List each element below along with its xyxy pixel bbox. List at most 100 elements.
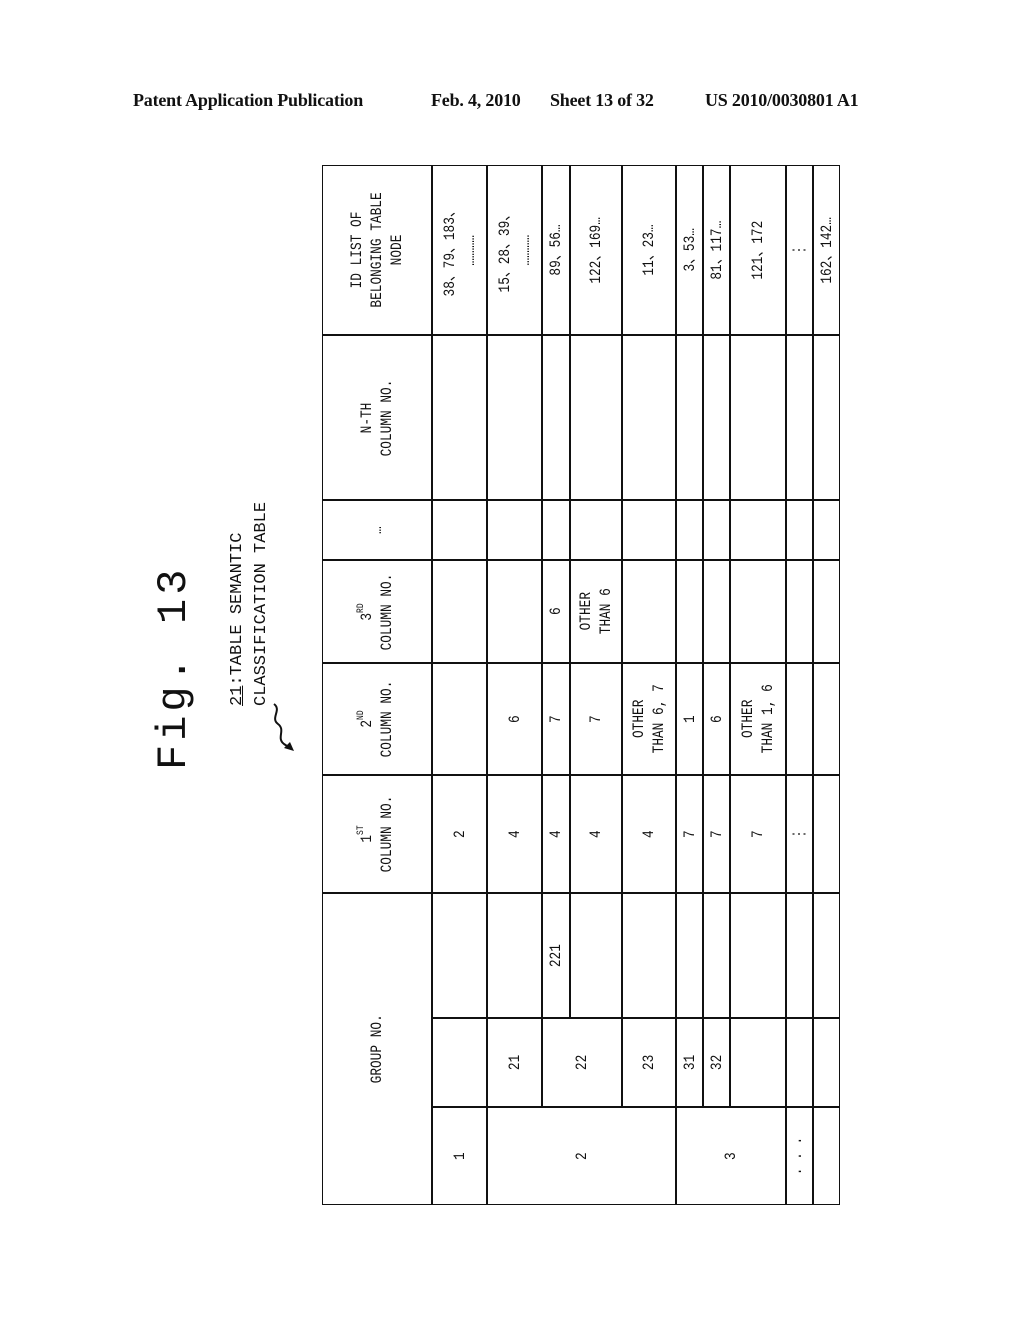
cell-1st-column: 4 <box>622 775 676 893</box>
cell-nth-column <box>622 335 676 500</box>
header-1st-column-text: 1ST COLUMN NO. <box>356 795 396 873</box>
cell-2nd-column <box>786 663 813 775</box>
cell-nth-column <box>487 335 542 500</box>
header-group-no: GROUP NO. <box>322 893 432 1205</box>
cell-ellipsis-column <box>432 500 487 560</box>
group-level3-cell-text: 221 <box>547 943 565 968</box>
cell-id-list-text: 81、117… <box>707 220 726 280</box>
header-id-list: ID LIST OF BELONGING TABLE NODE <box>322 165 432 335</box>
cell-1st-column: 7 <box>730 775 786 893</box>
group-level1-cell-text: 3 <box>722 1152 740 1160</box>
group-level1-cell: 1 <box>432 1107 487 1205</box>
group-level2-cell <box>730 1018 786 1107</box>
cell-ellipsis-column <box>730 500 786 560</box>
cell-1st-column: 4 <box>542 775 570 893</box>
cell-3rd-column: OTHER THAN 6 <box>570 560 622 663</box>
cell-id-list-text: 38、79、183、 ………… <box>440 203 479 297</box>
group-level2-cell <box>432 1018 487 1107</box>
cell-2nd-column: OTHER THAN 1, 6 <box>730 663 786 775</box>
cell-ellipsis-column <box>703 500 730 560</box>
sheet-number: Sheet 13 of 32 <box>550 90 654 110</box>
cell-ellipsis-column <box>487 500 542 560</box>
cell-3rd-column <box>676 560 703 663</box>
cell-id-list: 162、142… <box>813 165 840 335</box>
patent-number: US 2010/0030801 A1 <box>705 90 859 110</box>
cell-1st-column-text: 7 <box>680 830 699 838</box>
cell-1st-column: 7 <box>676 775 703 893</box>
cell-ellipsis-column <box>542 500 570 560</box>
group-level2-cell: 32 <box>703 1018 730 1107</box>
group-level1-cell-text: 1 <box>450 1152 469 1160</box>
group-level1-cell-text: · · · <box>790 1136 809 1176</box>
cell-id-list: 38、79、183、 ………… <box>432 165 487 335</box>
group-level3-cell <box>813 893 840 1018</box>
cell-1st-column-text: 4 <box>547 830 565 838</box>
cell-3rd-column <box>432 560 487 663</box>
cell-1st-column-text: 4 <box>640 830 658 838</box>
cell-3rd-column-text: OTHER THAN 6 <box>577 588 615 635</box>
cell-1st-column-text: 7 <box>749 830 767 838</box>
cell-3rd-column <box>786 560 813 663</box>
cell-id-list: ⋮ <box>786 165 813 335</box>
caption-ref-number: 21 <box>228 685 247 706</box>
publication-date: Feb. 4, 2010 <box>431 90 521 110</box>
cell-1st-column: 4 <box>487 775 542 893</box>
cell-id-list-text: 121、172 <box>749 220 767 280</box>
cell-3rd-column <box>813 560 840 663</box>
header-nth-column: N-TH COLUMN NO. <box>322 335 432 500</box>
group-level2-cell-text: 32 <box>707 1054 726 1071</box>
cell-nth-column <box>570 335 622 500</box>
header-2nd-column-text: 2ND COLUMN NO. <box>356 680 396 758</box>
group-level3-cell <box>676 893 703 1018</box>
cell-id-list-text: 3、53… <box>680 228 699 272</box>
wavy-arrow-icon <box>273 703 294 751</box>
cell-nth-column <box>813 335 840 500</box>
cell-id-list-text: ⋮ <box>790 243 809 257</box>
group-level3-cell <box>730 893 786 1018</box>
cell-nth-column <box>676 335 703 500</box>
cell-id-list: 121、172 <box>730 165 786 335</box>
cell-1st-column: ⋮ <box>786 775 813 893</box>
header-id-list-text: ID LIST OF BELONGING TABLE NODE <box>348 192 406 308</box>
group-level3-cell <box>622 893 676 1018</box>
group-level1-cell: 3 <box>676 1107 786 1205</box>
cell-ellipsis-column <box>786 500 813 560</box>
header-ellipsis: … <box>322 500 432 560</box>
group-level3-cell <box>703 893 730 1018</box>
cell-2nd-column-text: 1 <box>680 715 699 723</box>
cell-2nd-column: 7 <box>542 663 570 775</box>
group-level3-cell <box>432 893 487 1018</box>
cell-id-list-text: 15、28、39、 ………… <box>495 207 534 293</box>
cell-1st-column-text: 2 <box>450 830 469 838</box>
cell-2nd-column <box>432 663 487 775</box>
group-level1-cell: 2 <box>487 1107 676 1205</box>
cell-2nd-column-text: OTHER THAN 1, 6 <box>739 684 777 754</box>
cell-2nd-column: 7 <box>570 663 622 775</box>
cell-2nd-column-text: OTHER THAN 6, 7 <box>630 684 668 754</box>
cell-nth-column <box>730 335 786 500</box>
header-3rd-column-text: 3RD COLUMN NO. <box>356 573 396 650</box>
cell-2nd-column: 1 <box>676 663 703 775</box>
cell-id-list: 15、28、39、 ………… <box>487 165 542 335</box>
cell-3rd-column <box>703 560 730 663</box>
cell-2nd-column-text: 6 <box>707 715 726 723</box>
cell-id-list: 11、23… <box>622 165 676 335</box>
cell-id-list-text: 89、56… <box>547 224 565 276</box>
cell-1st-column-text: 4 <box>505 830 524 838</box>
cell-1st-column-text: 7 <box>707 830 726 838</box>
group-level2-cell-text: 22 <box>573 1054 591 1071</box>
cell-3rd-column-text: 6 <box>547 607 565 616</box>
group-level2-cell <box>786 1018 813 1107</box>
cell-2nd-column-text: 7 <box>547 715 565 723</box>
cell-1st-column: 2 <box>432 775 487 893</box>
cell-2nd-column-text: 7 <box>587 715 605 723</box>
group-level1-cell <box>813 1107 840 1205</box>
group-level3-cell <box>786 893 813 1018</box>
cell-id-list: 89、56… <box>542 165 570 335</box>
cell-2nd-column: 6 <box>703 663 730 775</box>
cell-ellipsis-column <box>813 500 840 560</box>
group-level2-cell: 22 <box>542 1018 622 1107</box>
cell-id-list: 81、117… <box>703 165 730 335</box>
group-level3-cell: 221 <box>542 893 570 1018</box>
cell-id-list-text: 162、142… <box>817 216 836 284</box>
